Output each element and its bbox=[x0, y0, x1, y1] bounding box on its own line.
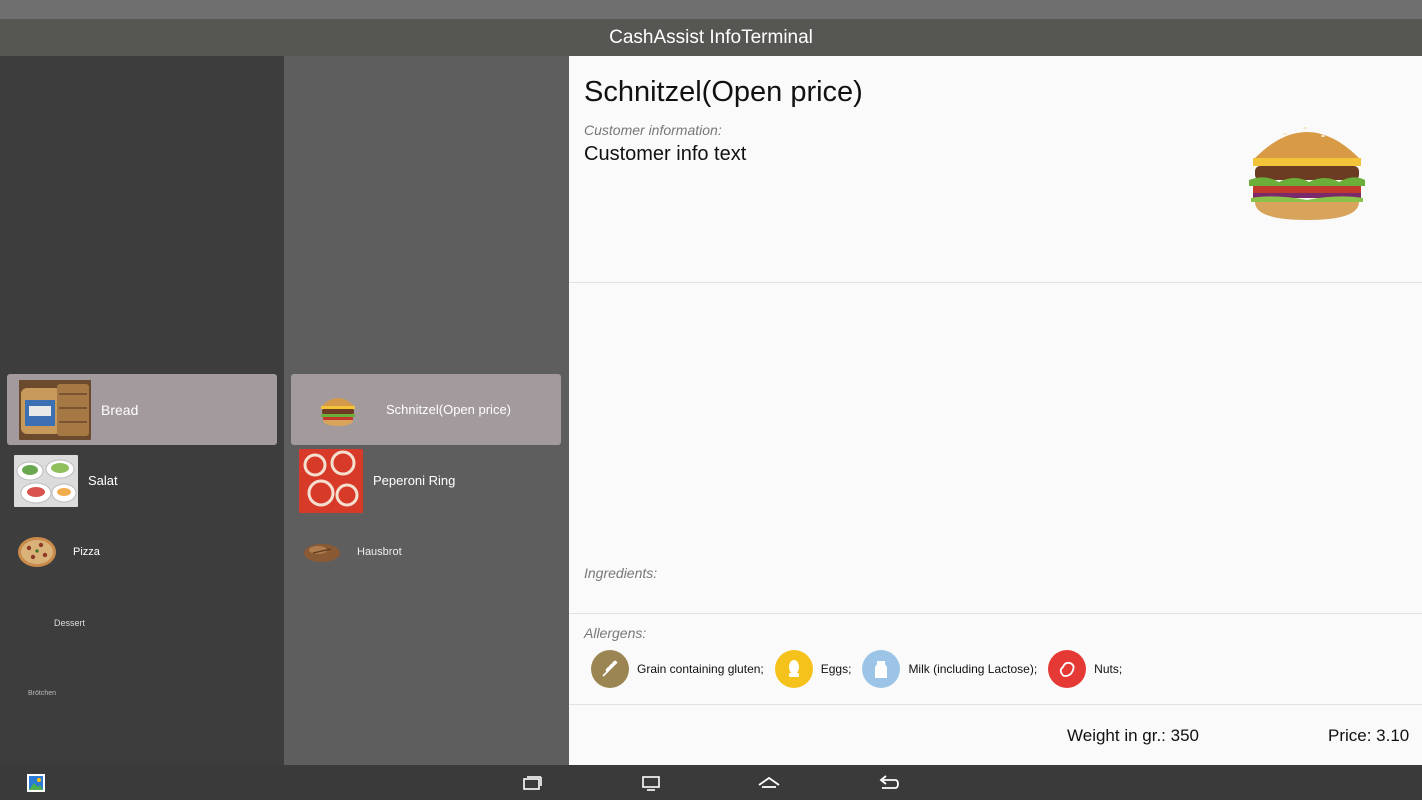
item-label: Schnitzel(Open price) bbox=[386, 402, 511, 417]
divider bbox=[569, 704, 1422, 705]
divider bbox=[569, 613, 1422, 614]
category-label: Bread bbox=[101, 401, 139, 418]
item-peperoni-ring[interactable]: Peperoni Ring bbox=[291, 445, 561, 516]
allergen-gluten: Grain containing gluten; bbox=[591, 650, 764, 688]
product-detail-panel: Schnitzel(Open price) Customer informati… bbox=[569, 56, 1422, 765]
category-list[interactable]: Bread Salat Pizza Dessert Brötchen bbox=[0, 56, 284, 765]
allergens-label: Allergens: bbox=[584, 625, 647, 641]
ingredients-label: Ingredients: bbox=[584, 565, 658, 581]
category-label: Salat bbox=[88, 473, 118, 488]
weight-value: Weight in gr.: 350 bbox=[1067, 726, 1199, 745]
bread-thumbnail bbox=[19, 379, 91, 440]
allergen-nuts: Nuts; bbox=[1048, 650, 1122, 688]
customer-info-label: Customer information: bbox=[584, 122, 722, 138]
wheat-icon bbox=[591, 650, 629, 688]
egg-icon bbox=[774, 650, 813, 688]
category-broetchen[interactable]: Brötchen bbox=[7, 658, 277, 729]
item-label: Hausbrot bbox=[357, 545, 402, 558]
product-image bbox=[1249, 127, 1365, 220]
allergen-name: Grain containing gluten; bbox=[637, 662, 764, 676]
peperoni-thumbnail bbox=[299, 448, 363, 513]
recent-apps-icon[interactable] bbox=[520, 772, 544, 794]
category-label: Dessert bbox=[54, 617, 86, 628]
allergen-eggs: Eggs; bbox=[774, 650, 852, 688]
product-title: Schnitzel(Open price) bbox=[584, 76, 863, 108]
nut-icon bbox=[1048, 650, 1087, 688]
category-pizza[interactable]: Pizza bbox=[7, 516, 277, 587]
system-navigation-bar bbox=[0, 765, 1422, 800]
allergen-milk: Milk (including Lactose); bbox=[862, 650, 1037, 688]
back-icon[interactable] bbox=[876, 772, 900, 794]
item-list[interactable]: Schnitzel(Open price) Peperoni Ring Haus… bbox=[284, 56, 569, 765]
burger-thumbnail bbox=[321, 397, 355, 426]
gallery-icon[interactable] bbox=[24, 772, 48, 794]
category-label: Pizza bbox=[73, 545, 100, 558]
category-bread[interactable]: Bread bbox=[7, 374, 277, 445]
allergen-name: Eggs; bbox=[820, 662, 852, 676]
allergen-name: Milk (including Lactose); bbox=[908, 662, 1038, 676]
milk-icon bbox=[862, 650, 901, 688]
screen-icon[interactable] bbox=[639, 772, 663, 794]
app-title: CashAssist InfoTerminal bbox=[0, 19, 1422, 56]
bread-loaf-thumbnail bbox=[304, 543, 340, 562]
status-bar bbox=[0, 0, 1422, 19]
price-value: Price: 3.10 bbox=[1328, 726, 1410, 745]
category-dessert[interactable]: Dessert bbox=[7, 587, 277, 658]
pizza-thumbnail bbox=[18, 536, 56, 567]
salad-thumbnail bbox=[14, 454, 78, 507]
allergen-list: Grain containing gluten; Eggs; Milk (inc… bbox=[591, 650, 1133, 688]
item-schnitzel[interactable]: Schnitzel(Open price) bbox=[291, 374, 561, 445]
customer-info-text: Customer info text bbox=[584, 143, 747, 165]
home-icon[interactable] bbox=[757, 772, 781, 794]
item-hausbrot[interactable]: Hausbrot bbox=[291, 516, 561, 587]
item-label: Peperoni Ring bbox=[373, 473, 456, 488]
allergen-name: Nuts; bbox=[1094, 662, 1123, 676]
category-label: Brötchen bbox=[28, 690, 57, 697]
category-salat[interactable]: Salat bbox=[7, 445, 277, 516]
divider bbox=[569, 282, 1422, 283]
